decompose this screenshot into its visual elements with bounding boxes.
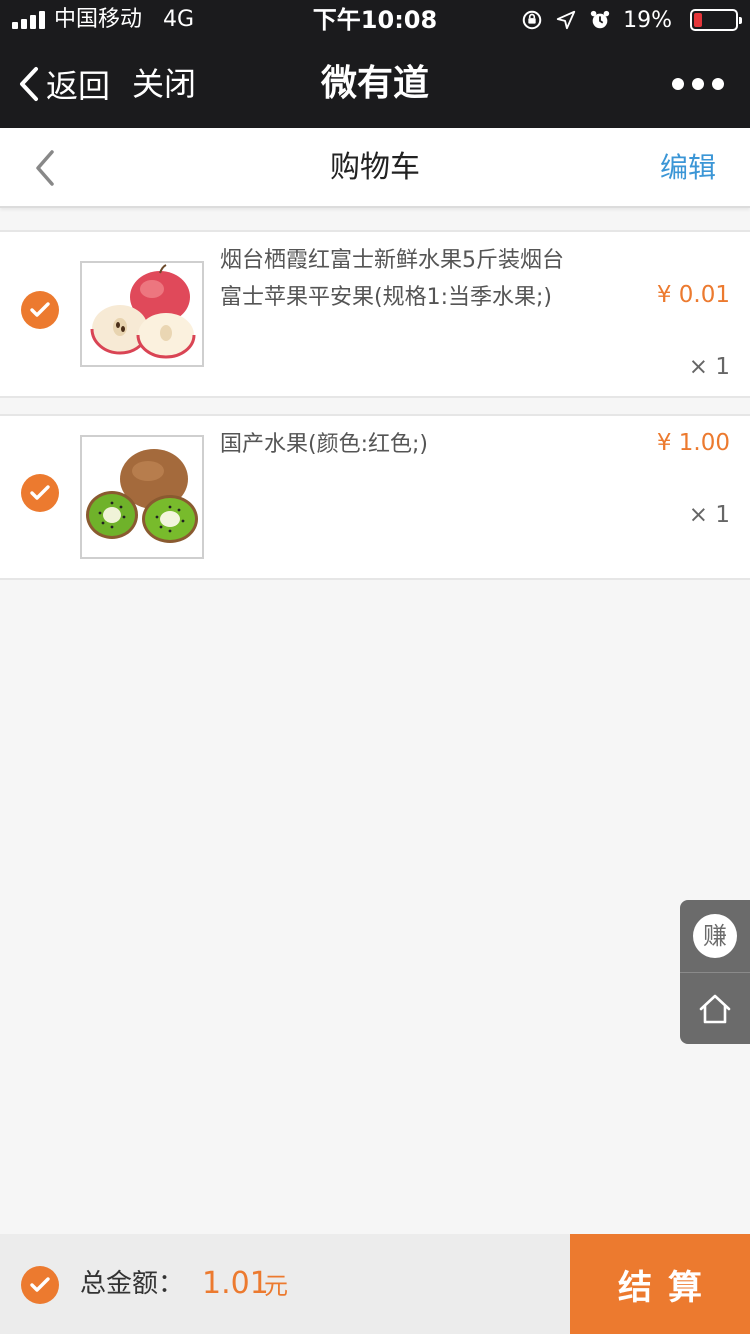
page-title: 购物车 [330, 150, 420, 185]
battery-level [694, 13, 702, 27]
checkbox-checked-icon[interactable] [21, 291, 59, 329]
location-arrow-icon [556, 10, 576, 30]
more-dots-icon[interactable] [672, 78, 724, 90]
cart-item[interactable]: 烟台栖霞红富士新鲜水果5斤装烟台富士苹果平安果(规格1:当季水果;) ¥ 0.0… [0, 230, 750, 398]
wechat-nav-bar: 返回 关闭 微有道 [0, 40, 750, 128]
product-price: ¥ 0.01 [656, 282, 730, 308]
status-right: 19% [521, 6, 742, 34]
edit-button[interactable]: 编辑 [660, 148, 716, 188]
rotation-lock-icon [522, 10, 542, 30]
earn-button[interactable]: 赚 [680, 900, 750, 972]
checkbox-checked-icon[interactable] [21, 474, 59, 512]
nav-title: 微有道 [320, 63, 429, 104]
home-icon [699, 994, 731, 1023]
product-name[interactable]: 国产水果(颜色:红色;) [220, 426, 570, 463]
earn-icon: 赚 [693, 914, 737, 958]
product-name[interactable]: 烟台栖霞红富士新鲜水果5斤装烟台富士苹果平安果(规格1:当季水果;) [220, 242, 570, 316]
product-quantity: × 1 [688, 354, 730, 380]
total-label: 总金额： [80, 1269, 185, 1299]
total-unit: 元 [264, 1272, 288, 1300]
product-quantity: × 1 [688, 502, 730, 528]
page-header: 购物车 编辑 [0, 128, 750, 208]
home-button[interactable] [680, 972, 750, 1044]
select-all-checkbox-icon[interactable] [21, 1266, 59, 1304]
product-image-kiwi[interactable] [80, 435, 204, 559]
product-image-apple[interactable] [80, 261, 204, 367]
checkout-bar: 总金额： 1.01 元 结算 [0, 1234, 750, 1334]
alarm-icon [590, 10, 610, 29]
product-price: ¥ 1.00 [656, 430, 730, 456]
floating-buttons: 赚 [680, 900, 750, 1044]
status-bar: 中国移动 4G 下午10:08 19% [0, 0, 750, 40]
cart-item[interactable]: 国产水果(颜色:红色;) ¥ 1.00 × 1 [0, 414, 750, 580]
battery-icon [690, 9, 742, 31]
checkout-button[interactable]: 结算 [570, 1234, 750, 1334]
battery-percent: 19% [623, 7, 672, 33]
kiwi-photo [82, 437, 202, 557]
total-amount: 1.01 [202, 1266, 269, 1301]
apple-photo [82, 263, 202, 365]
